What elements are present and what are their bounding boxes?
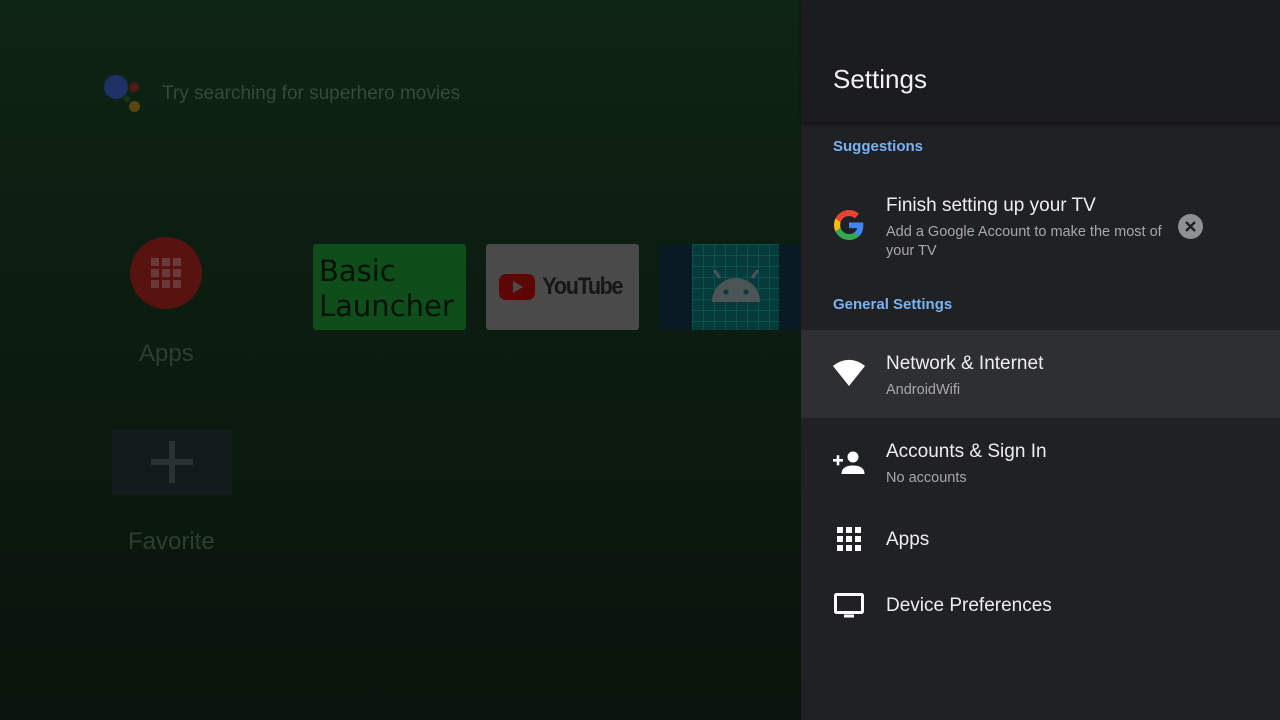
settings-item-accounts[interactable]: Accounts & Sign In No accounts: [801, 418, 1280, 506]
android-app-tile[interactable]: [659, 244, 801, 330]
suggestion-finish-setup[interactable]: Finish setting up your TV Add a Google A…: [801, 180, 1280, 280]
android-robot-icon: [711, 270, 760, 302]
google-assistant-icon[interactable]: [104, 75, 144, 115]
settings-item-subtitle: AndroidWifi: [886, 382, 961, 398]
settings-item-network[interactable]: Network & Internet AndroidWifi: [801, 330, 1280, 418]
add-favorite-button[interactable]: [112, 429, 232, 495]
basic-launcher-tile[interactable]: Basic Launcher: [313, 244, 466, 330]
settings-panel: Settings Suggestions Finish setting up y…: [801, 0, 1280, 720]
settings-header: Settings: [801, 0, 1280, 122]
settings-item-subtitle: No accounts: [886, 470, 967, 486]
dismiss-suggestion-button[interactable]: [1178, 214, 1203, 239]
section-suggestions: Suggestions: [833, 138, 924, 155]
apps-grid-icon: [833, 523, 865, 555]
settings-item-apps[interactable]: Apps: [801, 506, 1280, 572]
apps-label: Apps: [139, 340, 194, 367]
close-icon: [1185, 221, 1196, 232]
suggestion-subtitle: Add a Google Account to make the most of…: [886, 224, 1162, 259]
plus-icon: [151, 441, 193, 483]
search-hint[interactable]: Try searching for superhero movies: [162, 83, 460, 105]
basic-launcher-label: Basic Launcher: [319, 254, 454, 323]
settings-item-title: Device Preferences: [886, 595, 1052, 616]
section-general-settings: General Settings: [833, 296, 953, 313]
wifi-icon: [833, 357, 865, 389]
page-title: Settings: [833, 64, 927, 94]
apps-button[interactable]: [130, 237, 202, 309]
youtube-label: YouTube: [542, 273, 623, 300]
add-person-icon: [833, 446, 865, 478]
home-launcher-background: Try searching for superhero movies Apps …: [0, 0, 801, 720]
settings-item-title: Accounts & Sign In: [886, 441, 1047, 462]
settings-item-title: Network & Internet: [886, 353, 1044, 374]
settings-item-title: Apps: [886, 529, 930, 550]
suggestion-title: Finish setting up your TV: [886, 195, 1096, 216]
youtube-tile[interactable]: YouTube: [486, 244, 639, 330]
favorite-label: Favorite: [128, 528, 215, 555]
tv-icon: [833, 590, 865, 622]
google-g-icon: [833, 209, 865, 241]
youtube-play-icon: [498, 274, 535, 300]
settings-item-device-preferences[interactable]: Device Preferences: [801, 572, 1280, 638]
apps-grid-icon: [151, 258, 181, 288]
